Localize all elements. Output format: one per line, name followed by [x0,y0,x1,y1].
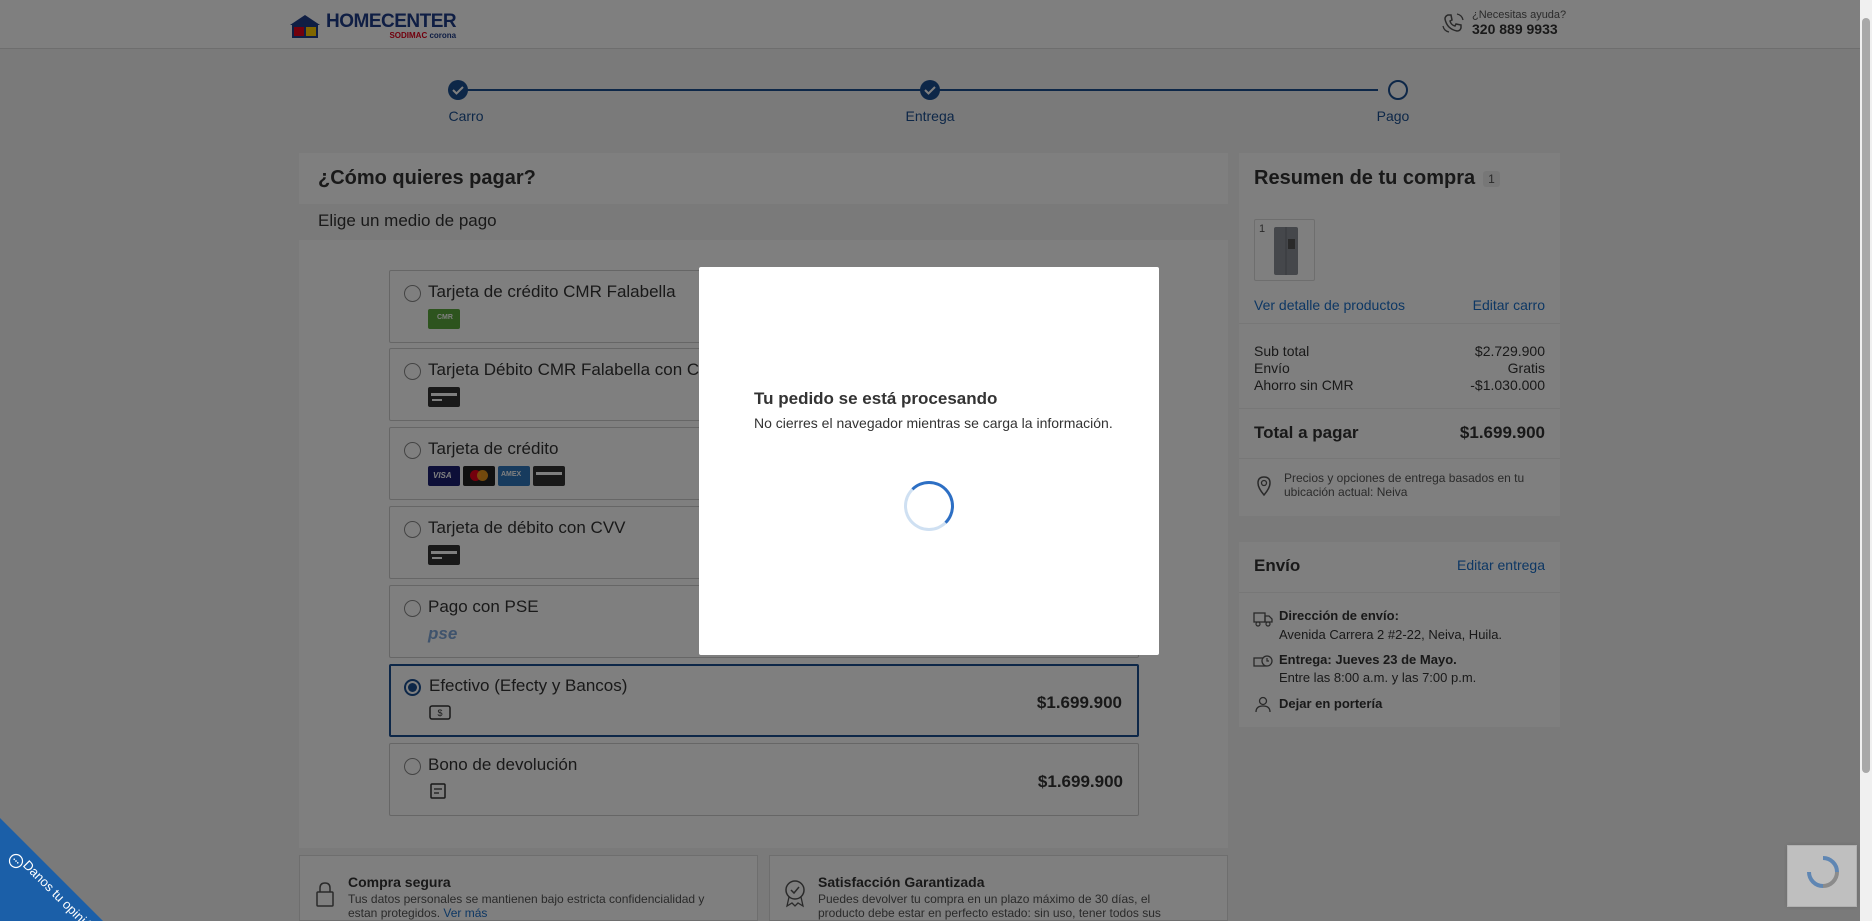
page-scrollbar[interactable] [1860,0,1872,921]
recaptcha-badge [1787,845,1857,907]
recaptcha-icon [1807,856,1839,888]
processing-modal: Tu pedido se está procesando No cierres … [699,267,1159,655]
modal-title: Tu pedido se está procesando [754,389,998,408]
scrollbar-thumb[interactable] [1862,18,1870,773]
loading-spinner-icon [904,481,954,531]
modal-message: No cierres el navegador mientras se carg… [754,415,1113,431]
